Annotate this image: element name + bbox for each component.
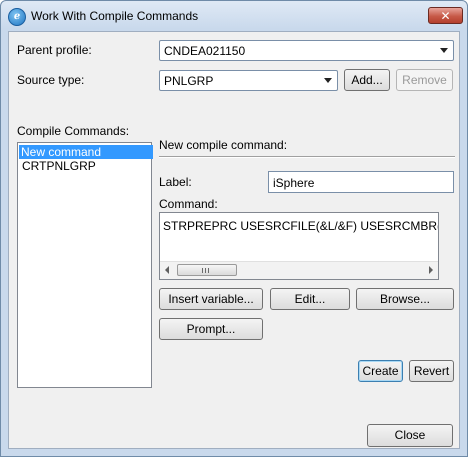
scroll-right-icon[interactable] [429, 266, 433, 274]
remove-button[interactable]: Remove [396, 69, 453, 91]
edit-button[interactable]: Edit... [270, 288, 350, 310]
label-input[interactable]: iSphere [268, 171, 454, 193]
close-window-button[interactable]: ✕ [428, 7, 463, 24]
close-button[interactable]: Close [367, 424, 453, 447]
compile-commands-list[interactable]: New command CRTPNLGRP [17, 142, 153, 388]
chevron-down-icon [440, 48, 448, 53]
horizontal-scrollbar[interactable] [160, 261, 438, 279]
chevron-down-icon [324, 78, 332, 83]
add-button[interactable]: Add... [344, 69, 390, 91]
dialog-body: Parent profile: CNDEA021150 Source type:… [8, 31, 460, 449]
divider [159, 156, 455, 158]
list-item-crtpnlgrp[interactable]: CRTPNLGRP [20, 159, 98, 173]
parent-profile-label: Parent profile: [17, 43, 92, 57]
grip-icon [205, 268, 206, 273]
close-icon: ✕ [440, 9, 451, 23]
prompt-button[interactable]: Prompt... [159, 318, 263, 340]
scroll-thumb[interactable] [177, 264, 237, 276]
command-caption: Command: [159, 197, 218, 211]
label-input-value: iSphere [273, 176, 315, 190]
list-item-new-command[interactable]: New command [19, 145, 153, 159]
title-bar[interactable]: ℯ Work With Compile Commands ✕ [1, 1, 467, 31]
editor-header: New compile command: [159, 138, 288, 152]
source-type-value: PNLGRP [164, 74, 214, 88]
source-type-label: Source type: [17, 73, 85, 87]
scroll-left-icon[interactable] [165, 266, 169, 274]
label-caption: Label: [159, 175, 192, 189]
insert-variable-button[interactable]: Insert variable... [159, 288, 263, 310]
browse-button[interactable]: Browse... [356, 288, 454, 310]
grip-icon [208, 268, 209, 273]
command-text: STRPREPRC USESRCFILE(&L/&F) USESRCMBR(&N… [163, 219, 439, 233]
compile-commands-label: Compile Commands: [17, 124, 130, 138]
source-type-select[interactable]: PNLGRP [159, 70, 338, 91]
window-title: Work With Compile Commands [31, 9, 199, 23]
grip-icon [202, 268, 203, 273]
revert-button[interactable]: Revert [409, 360, 454, 382]
dialog-window: ℯ Work With Compile Commands ✕ Parent pr… [0, 0, 468, 457]
create-button[interactable]: Create [358, 360, 403, 382]
command-textarea[interactable]: STRPREPRC USESRCFILE(&L/&F) USESRCMBR(&N… [159, 212, 439, 280]
app-icon: ℯ [8, 8, 26, 26]
parent-profile-select[interactable]: CNDEA021150 [159, 40, 454, 61]
parent-profile-value: CNDEA021150 [164, 44, 246, 58]
